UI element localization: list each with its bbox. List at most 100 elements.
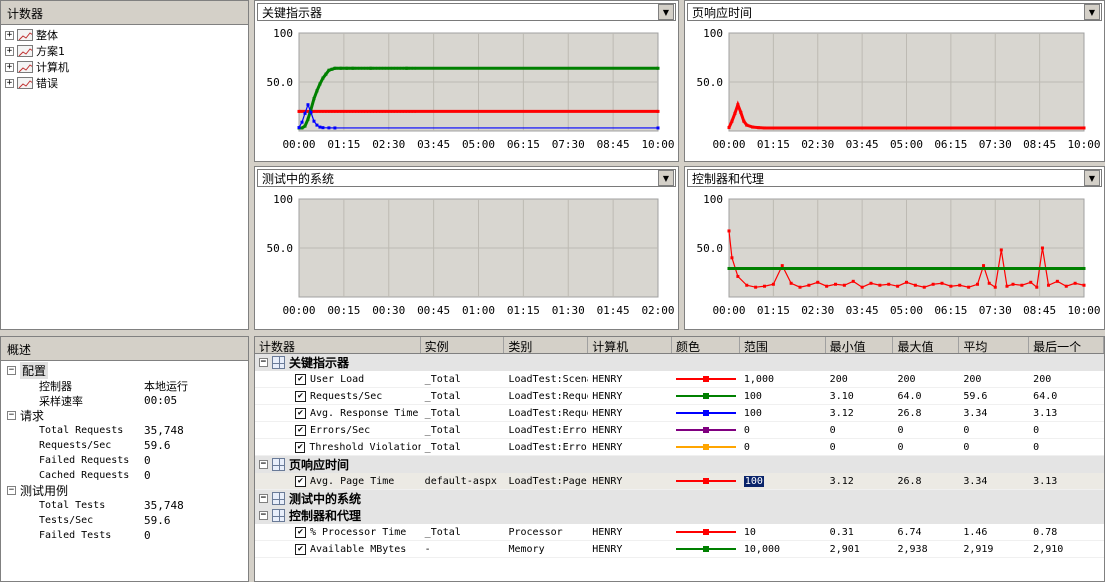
table-row[interactable]: ✔ % Processor Time _Total Processor HENRY 10 0… — [255, 524, 1104, 541]
checkbox[interactable]: ✔ — [295, 526, 306, 538]
expand-icon[interactable]: + — [5, 62, 14, 72]
table-group-row[interactable]: − 控制器和代理 — [255, 507, 1104, 524]
table-row[interactable]: ✔ Requests/Sec _Total LoadTest:Request HENRY… — [255, 388, 1104, 405]
collapse-icon[interactable]: − — [7, 486, 16, 495]
expand-icon[interactable]: + — [5, 30, 14, 40]
range-cell[interactable]: 100⇳ — [740, 475, 826, 487]
color-cell[interactable] — [672, 391, 740, 401]
data-point — [1082, 126, 1086, 130]
table-row[interactable]: ✔ Errors/Sec _Total LoadTest:Errors HENRY 0 0 0… — [255, 422, 1104, 439]
column-header[interactable]: 计算机 — [588, 337, 672, 353]
checkbox[interactable]: ✔ — [295, 543, 306, 555]
counter-name: User Load — [310, 373, 365, 385]
range-value[interactable]: 100 — [744, 391, 762, 402]
column-header[interactable]: 最大值 — [893, 337, 960, 353]
color-cell[interactable] — [672, 425, 740, 435]
column-header[interactable]: 平均 — [959, 337, 1030, 353]
range-value[interactable]: 10 — [744, 527, 756, 538]
color-swatch[interactable] — [676, 374, 737, 384]
color-cell[interactable] — [672, 476, 740, 486]
color-swatch[interactable] — [676, 527, 737, 537]
expand-icon[interactable]: + — [5, 46, 14, 56]
sample-marker — [351, 110, 355, 113]
checkbox[interactable]: ✔ — [295, 475, 306, 487]
collapse-icon[interactable]: − — [7, 411, 16, 420]
checkbox[interactable]: ✔ — [295, 424, 306, 436]
summary-value: 0 — [144, 454, 151, 467]
sample-marker — [407, 66, 411, 70]
collapse-icon[interactable]: − — [7, 366, 16, 375]
table-row[interactable]: ✔ Available MBytes - Memory HENRY 10,000 2,901… — [255, 541, 1104, 558]
range-cell[interactable]: 10,000 — [740, 544, 826, 555]
range-value[interactable]: 10,000 — [744, 544, 780, 555]
sample-marker — [333, 66, 337, 70]
collapse-icon[interactable]: − — [259, 511, 268, 520]
range-cell[interactable]: 100 — [740, 391, 826, 402]
expand-icon[interactable]: + — [5, 78, 14, 88]
column-header[interactable]: 最后一个 — [1029, 337, 1104, 353]
table-row[interactable]: ✔ User Load _Total LoadTest:Scenario HENRY 1,… — [255, 371, 1104, 388]
data-point — [736, 103, 740, 107]
column-header[interactable]: 颜色 — [672, 337, 740, 353]
color-swatch[interactable] — [676, 544, 737, 554]
tree-item[interactable]: + 错误 — [5, 75, 244, 91]
range-cell[interactable]: 10 — [740, 527, 826, 538]
sample-marker — [339, 66, 343, 70]
checkbox[interactable]: ✔ — [295, 373, 306, 385]
color-cell[interactable] — [672, 374, 740, 384]
color-swatch[interactable] — [676, 391, 737, 401]
column-header[interactable]: 计数器 — [255, 337, 421, 353]
range-cell[interactable]: 0 — [740, 425, 826, 436]
checkbox[interactable]: ✔ — [295, 407, 306, 419]
sample-marker — [312, 97, 316, 101]
group-label: 页响应时间 — [289, 458, 350, 472]
checkbox[interactable]: ✔ — [295, 441, 306, 453]
color-cell[interactable] — [672, 408, 740, 418]
collapse-icon[interactable]: − — [259, 460, 268, 469]
summary-section[interactable]: − 测试用例 — [1, 483, 248, 498]
color-cell[interactable] — [672, 442, 740, 452]
color-swatch[interactable] — [676, 442, 737, 452]
column-header[interactable]: 实例 — [421, 337, 505, 353]
tree-item[interactable]: + 方案1 — [5, 43, 244, 59]
color-swatch[interactable] — [676, 408, 737, 418]
range-value[interactable]: 1,000 — [744, 374, 774, 385]
table-group-row[interactable]: − 关键指示器 — [255, 354, 1104, 371]
summary-section[interactable]: − 配置 — [1, 362, 248, 379]
table-group-row[interactable]: − 测试中的系统 — [255, 490, 1104, 507]
table-row[interactable]: ✔ Threshold Violations _Total LoadTest:Erro… — [255, 439, 1104, 456]
range-cell[interactable]: 1,000 — [740, 374, 826, 385]
max-cell: 0 — [897, 424, 904, 436]
range-cell[interactable]: 100 — [740, 408, 826, 419]
range-value[interactable]: 0 — [744, 442, 750, 453]
color-swatch[interactable] — [676, 476, 737, 486]
table-group-row[interactable]: − 页响应时间 — [255, 456, 1104, 473]
grid-icon — [272, 492, 285, 505]
data-point — [913, 283, 917, 287]
collapse-icon[interactable]: − — [259, 494, 268, 503]
summary-section[interactable]: − 请求 — [1, 408, 248, 423]
x-tick-label: 03:45 — [417, 138, 450, 151]
tree-item[interactable]: + 计算机 — [5, 59, 244, 75]
sample-marker — [757, 267, 760, 270]
collapse-icon[interactable]: − — [259, 358, 268, 367]
range-value[interactable]: 100 — [744, 408, 762, 419]
x-tick-label: 05:00 — [890, 138, 923, 151]
range-value[interactable]: 0 — [744, 425, 750, 436]
color-swatch[interactable] — [676, 425, 737, 435]
sample-marker — [384, 66, 387, 70]
counter-name: Threshold Violations — [309, 441, 421, 453]
color-cell[interactable] — [672, 527, 740, 537]
color-cell[interactable] — [672, 544, 740, 554]
swatch-marker — [703, 376, 710, 382]
table-row[interactable]: ✔ Avg. Response Time _Total LoadTest:Reques… — [255, 405, 1104, 422]
range-cell[interactable]: 0 — [740, 442, 826, 453]
tree-item[interactable]: + 整体 — [5, 27, 244, 43]
column-header[interactable]: 类别 — [504, 337, 589, 353]
checkbox[interactable]: ✔ — [295, 390, 306, 402]
column-header[interactable]: 最小值 — [826, 337, 894, 353]
x-tick-label: 01:15 — [757, 138, 790, 151]
range-value[interactable]: 100 — [743, 475, 764, 487]
table-row[interactable]: ✔ Avg. Page Time default-aspx LoadTest:Page… — [255, 473, 1104, 490]
column-header[interactable]: 范围 — [740, 337, 826, 353]
